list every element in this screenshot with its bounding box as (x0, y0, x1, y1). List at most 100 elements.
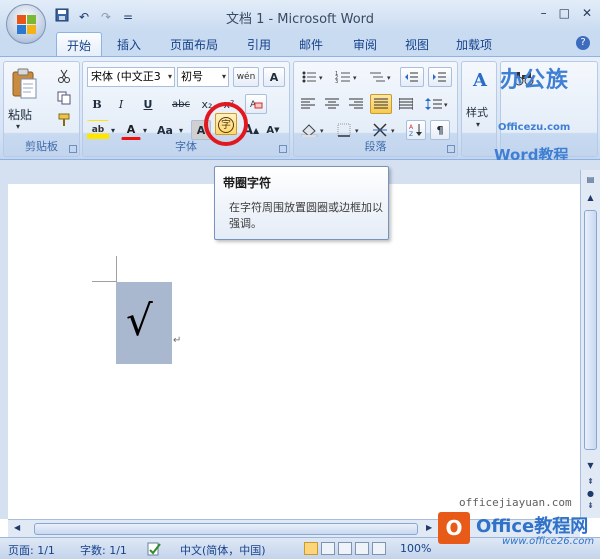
paste-button-label[interactable]: 粘贴 (8, 106, 32, 123)
tab-home[interactable]: 开始 (56, 32, 103, 57)
italic-button[interactable]: I (111, 94, 131, 114)
browse-object-icon[interactable]: ● (584, 488, 597, 500)
word-count[interactable]: 字数: 1/1 (80, 542, 127, 558)
line-spacing-button[interactable]: ▾ (422, 94, 452, 114)
tab-review[interactable]: 审阅 (353, 36, 377, 53)
align-left-button[interactable] (298, 94, 318, 114)
scroll-left-icon[interactable]: ◀ (14, 523, 20, 532)
scroll-right-icon[interactable]: ▶ (426, 523, 432, 532)
close-button[interactable]: ✕ (582, 6, 592, 20)
svg-text:▾: ▾ (444, 101, 448, 109)
cut-icon[interactable] (54, 66, 74, 86)
office-button[interactable] (6, 4, 46, 44)
distributed-button[interactable] (396, 94, 416, 114)
tab-insert[interactable]: 插入 (117, 36, 141, 53)
paste-dropdown-icon[interactable]: ▾ (16, 122, 20, 131)
chevron-down-icon[interactable]: ▾ (476, 120, 480, 129)
change-case-button[interactable]: Aa (153, 120, 177, 140)
strikethrough-button[interactable]: abc (167, 94, 195, 114)
character-border-button[interactable]: A (263, 67, 285, 87)
help-icon[interactable]: ? (576, 36, 590, 50)
shrink-arrow-icon: ▼ (274, 126, 280, 134)
document-checkmark[interactable]: √ (126, 296, 153, 345)
phonetic-guide-button[interactable]: wén (233, 67, 259, 87)
language-indicator[interactable]: 中文(简体，中国) (180, 542, 266, 558)
underline-button[interactable]: U (135, 94, 161, 114)
office-tutorial-logo: O Office教程网 www.office26.com (438, 508, 598, 554)
previous-page-icon[interactable]: ⇞ (584, 476, 597, 488)
tab-references[interactable]: 引用 (247, 36, 271, 53)
clear-formatting-button[interactable]: A (245, 94, 267, 114)
ribbon-tabs: 开始 插入 页面布局 引用 邮件 审阅 视图 加载项 (0, 32, 600, 57)
justify-button[interactable] (370, 94, 392, 114)
bold-button[interactable]: B (87, 94, 107, 114)
clipboard-group: 粘贴 ▾ 剪贴板 (3, 61, 80, 157)
decrease-indent-button[interactable] (400, 67, 424, 87)
chevron-down-icon: ▾ (221, 72, 226, 81)
vertical-scroll-thumb[interactable] (584, 210, 597, 450)
paste-icon[interactable] (10, 68, 38, 99)
shrink-font-label: A (266, 124, 275, 136)
tooltip-title: 带圈字符 (223, 176, 272, 190)
tab-mailings[interactable]: 邮件 (299, 36, 323, 53)
logo-subtext: www.office26.com (502, 536, 595, 547)
scroll-up-icon[interactable]: ▲ (584, 192, 597, 204)
font-launcher-icon[interactable] (279, 145, 287, 153)
borders-button[interactable]: ▾ (334, 120, 366, 140)
title-bar: ↶ ↷ = 文档 1 - Microsoft Word – □ ✕ (0, 0, 600, 32)
asian-layout-button[interactable]: ▾ (370, 120, 402, 140)
zoom-level[interactable]: 100% (400, 542, 431, 555)
highlight-button[interactable]: ab (87, 120, 109, 140)
outline-icon[interactable] (355, 542, 369, 555)
increase-indent-button[interactable] (428, 67, 452, 87)
clipboard-launcher-icon[interactable] (69, 145, 77, 153)
font-size-combo[interactable]: 初号 ▾ (177, 67, 229, 87)
font-color-button[interactable]: A (121, 120, 141, 140)
minimize-button[interactable]: – (541, 6, 547, 20)
chevron-down-icon[interactable]: ▾ (141, 120, 149, 140)
paragraph-group-label: 段落 (364, 140, 387, 153)
chevron-down-icon[interactable]: ▾ (177, 120, 185, 140)
shading-button[interactable]: ▾ (298, 120, 330, 140)
tab-addins[interactable]: 加载项 (456, 36, 492, 53)
format-painter-icon[interactable] (54, 110, 74, 130)
proofing-icon[interactable] (146, 542, 162, 559)
grow-arrow-icon: ▲ (252, 125, 260, 135)
quick-styles-icon[interactable]: A (466, 66, 494, 94)
horizontal-scroll-thumb[interactable] (34, 523, 418, 535)
print-layout-icon[interactable] (304, 542, 318, 555)
numbering-button[interactable]: 1 2 3 ▾ (332, 67, 362, 87)
full-screen-reading-icon[interactable] (321, 542, 335, 555)
page-count[interactable]: 页面: 1/1 (8, 542, 55, 558)
tab-page-layout[interactable]: 页面布局 (170, 36, 218, 53)
maximize-button[interactable]: □ (559, 6, 570, 20)
view-buttons (304, 542, 386, 555)
ruler-toggle-icon[interactable]: ▤ (584, 174, 597, 186)
svg-text:▾: ▾ (353, 74, 357, 82)
scroll-down-icon[interactable]: ▼ (584, 460, 597, 472)
align-center-button[interactable] (322, 94, 342, 114)
vertical-scrollbar[interactable]: ▤ ▲ ▼ ⇞ ● ⇟ (580, 170, 600, 518)
chevron-down-icon[interactable]: ▾ (109, 120, 117, 140)
margin-corner-mark (92, 281, 116, 282)
logo-mark: O (438, 512, 470, 544)
paragraph-launcher-icon[interactable] (447, 145, 455, 153)
multilevel-list-button[interactable]: ▾ (366, 67, 396, 87)
draft-icon[interactable] (372, 542, 386, 555)
font-name-combo[interactable]: 宋体 (中文正3 ▾ (87, 67, 175, 87)
bullets-button[interactable]: ▾ (298, 67, 328, 87)
svg-text:A: A (409, 124, 414, 131)
sort-button[interactable]: AZ (406, 120, 426, 140)
svg-text:▾: ▾ (320, 127, 324, 135)
paragraph-mark: ↵ (173, 335, 182, 346)
web-layout-icon[interactable] (338, 542, 352, 555)
copy-icon[interactable] (54, 88, 74, 108)
paragraph-group: ▾ 1 2 3 ▾ ▾ ▾ ▾ ▾ ▾ A Z ¶ 段落 (293, 61, 458, 157)
align-right-button[interactable] (346, 94, 366, 114)
shrink-font-button[interactable]: A ▼ (263, 120, 283, 140)
svg-text:▾: ▾ (319, 74, 323, 82)
svg-text:▾: ▾ (387, 74, 391, 82)
styles-label[interactable]: 样式 (466, 104, 488, 120)
tab-view[interactable]: 视图 (405, 36, 429, 53)
show-marks-button[interactable]: ¶ (430, 120, 450, 140)
